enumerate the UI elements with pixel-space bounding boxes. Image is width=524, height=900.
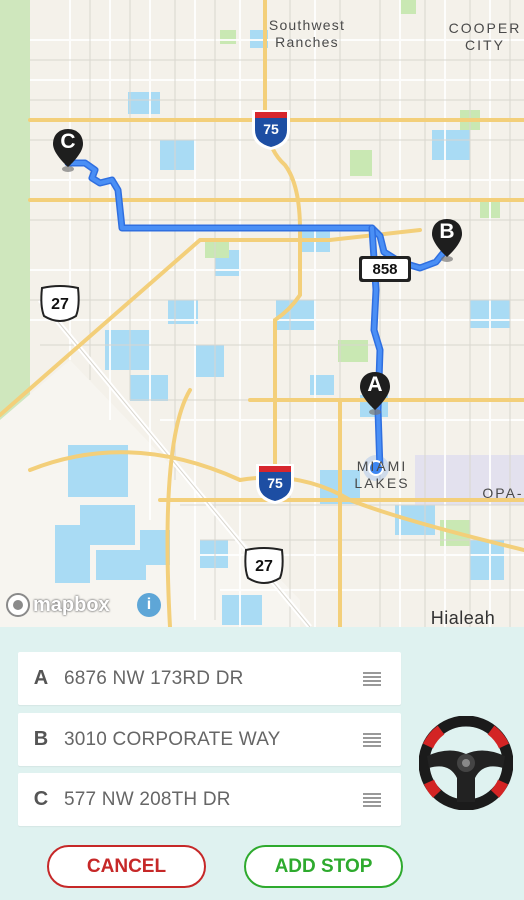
us-27-number-bottom: 27	[255, 558, 273, 575]
stop-address: 577 NW 208TH DR	[64, 788, 231, 810]
stop-row-b[interactable]: B 3010 CORPORATE WAY	[18, 713, 401, 766]
stop-letter: A	[33, 667, 49, 689]
map-canvas	[0, 0, 524, 627]
stop-address: 3010 CORPORATE WAY	[64, 728, 281, 750]
place-label-opa: OPA-	[482, 485, 524, 501]
interstate-75-number-bottom: 75	[267, 475, 283, 491]
steering-wheel-icon[interactable]	[418, 715, 514, 811]
stop-row-a[interactable]: A 6876 NW 173RD DR	[18, 652, 401, 705]
cancel-button[interactable]: CANCEL	[47, 845, 206, 888]
stop-address: 6876 NW 173RD DR	[64, 667, 244, 689]
marker-letter-a: A	[367, 373, 383, 396]
add-stop-button[interactable]: ADD STOP	[244, 845, 403, 888]
place-label-cooper-city: COOPER CITY	[448, 20, 522, 53]
stop-marker-b[interactable]: B	[430, 217, 464, 263]
state-road-858-number: 858	[372, 261, 398, 278]
drag-handle-icon[interactable]	[363, 671, 381, 686]
stop-letter: B	[33, 728, 49, 750]
stop-marker-c[interactable]: C	[51, 127, 85, 173]
stop-row-c[interactable]: C 577 NW 208TH DR	[18, 773, 401, 826]
mapbox-logo[interactable]: mapbox	[6, 592, 110, 618]
mapbox-logo-icon	[6, 593, 30, 617]
drag-handle-icon[interactable]	[363, 732, 381, 747]
place-label-miami-lakes: MIAMI LAKES	[354, 458, 410, 491]
marker-letter-c: C	[60, 130, 76, 153]
interstate-75-number-top: 75	[263, 121, 279, 137]
stop-letter: C	[33, 788, 49, 810]
drag-handle-icon[interactable]	[363, 792, 381, 807]
us-27-number-left: 27	[51, 296, 69, 313]
stop-marker-a[interactable]: A	[358, 370, 392, 416]
attribution-info-icon[interactable]: i	[137, 593, 161, 617]
marker-letter-b: B	[439, 220, 455, 243]
map-view[interactable]: Southwest Ranches COOPER CITY MIAMI LAKE…	[0, 0, 524, 627]
place-label-hialeah: Hialeah	[430, 608, 496, 627]
place-label-southwest-ranches: Southwest Ranches	[268, 17, 346, 50]
mapbox-logo-text: mapbox	[33, 593, 110, 616]
